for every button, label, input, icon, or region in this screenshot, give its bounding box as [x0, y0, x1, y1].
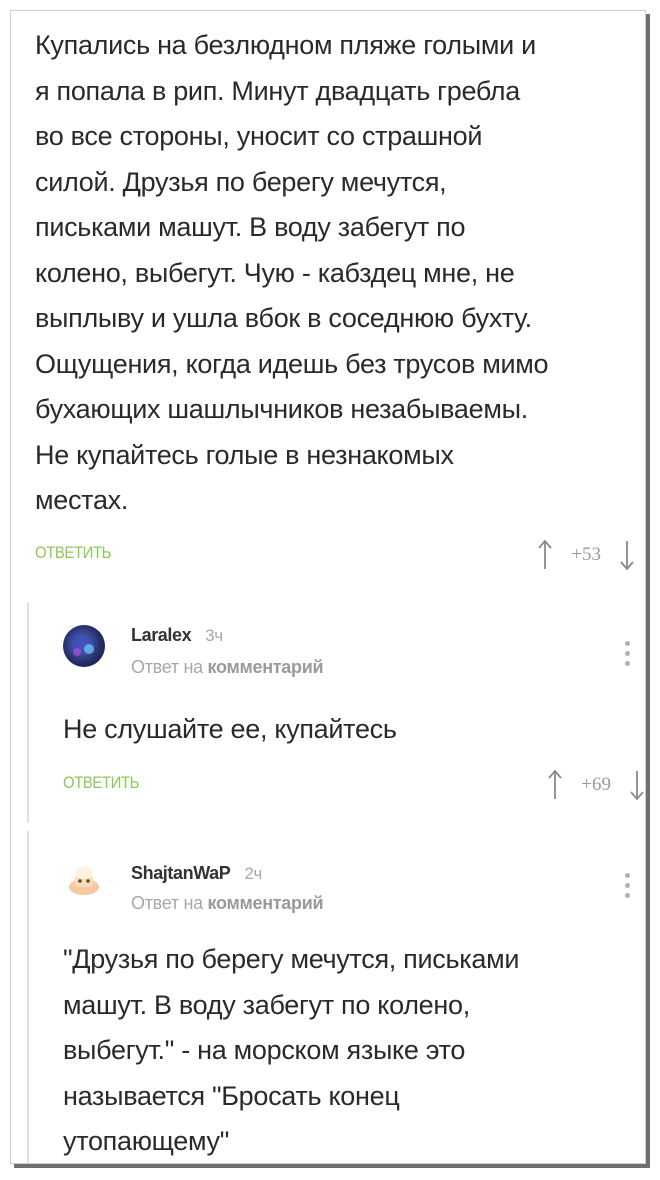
avatar-image	[69, 867, 99, 895]
comment-line: Не слушайте ее, купайтесь	[63, 714, 397, 744]
comment: Laralex 3ч Ответ на комментарий Не слушай…	[27, 603, 645, 823]
downvote-arrow-icon[interactable]	[629, 769, 645, 801]
reply-target-link[interactable]: комментарий	[208, 657, 324, 677]
post-body: Купались на безлюдном пляже голыми и я п…	[35, 23, 635, 524]
comment-line: выбегут." - на морском языке это	[63, 1035, 466, 1065]
reply-to: Ответ на комментарий	[131, 893, 324, 914]
vote-controls: +53	[537, 535, 635, 575]
post-line: во все стороны, уносит со страшной	[35, 121, 483, 151]
upvote-arrow-icon[interactable]	[547, 769, 563, 801]
comment-body: "Друзья по берегу мечутся, письками машу…	[63, 937, 625, 1163]
reply-target-link[interactable]: комментарий	[208, 893, 324, 913]
post-line: письками машут. В воду забегут по	[35, 212, 466, 242]
reply-prefix: Ответ на	[131, 893, 203, 913]
reply-button[interactable]: ОТВЕТИТЬ	[35, 543, 112, 563]
author-line: ShajtanWaP 2ч	[131, 863, 262, 884]
post-line: Не купайтесь голые в незнакомых	[35, 439, 454, 470]
more-vertical-icon[interactable]	[625, 873, 631, 903]
post-line: я попала в рип. Минут двадцать гребла	[35, 75, 520, 106]
avatar-image	[72, 634, 94, 656]
post-line: колено, выбегут. Чую - кабздец мне, не	[35, 257, 515, 288]
comment-line: называется "Бросать конец	[63, 1080, 400, 1111]
comment-line: машут. В воду забегут по колено,	[63, 989, 470, 1020]
upvote-arrow-icon[interactable]	[537, 539, 553, 571]
avatar[interactable]	[63, 625, 105, 667]
reply-button[interactable]: ОТВЕТИТЬ	[63, 773, 140, 793]
comment-actions: ОТВЕТИТЬ +69	[63, 765, 645, 805]
avatar[interactable]	[63, 857, 105, 899]
timestamp: 3ч	[205, 626, 223, 645]
screenshot-frame: Купались на безлюдном пляже голыми и я п…	[10, 10, 646, 1164]
more-vertical-icon[interactable]	[625, 641, 631, 671]
author-name[interactable]: ShajtanWaP	[131, 863, 231, 883]
vote-controls: +69	[547, 765, 645, 805]
score: +53	[571, 544, 601, 565]
comment-line: утопающему"	[63, 1126, 230, 1156]
post-line: Купались на безлюдном пляже голыми и	[35, 30, 536, 60]
post-line: силой. Друзья по берегу мечутся,	[35, 166, 447, 197]
post-line: бухающих шашлычников незабываемы.	[35, 394, 528, 424]
comment-body: Не слушайте ее, купайтесь	[63, 707, 625, 753]
comment-line: "Друзья по берегу мечутся, письками	[63, 944, 520, 974]
reply-prefix: Ответ на	[131, 657, 203, 677]
post-line: выплыву и ушла вбок в соседнюю бухту.	[35, 303, 532, 333]
post-actions: ОТВЕТИТЬ +53	[35, 535, 635, 575]
timestamp: 2ч	[244, 864, 262, 883]
reply-to: Ответ на комментарий	[131, 657, 324, 678]
score: +69	[581, 774, 611, 795]
comment: ShajtanWaP 2ч Ответ на комментарий "Друзь…	[27, 831, 645, 1163]
downvote-arrow-icon[interactable]	[619, 539, 635, 571]
post-line: Ощущения, когда идешь без трусов мимо	[35, 348, 549, 379]
post-line: местах.	[35, 485, 129, 515]
author-name[interactable]: Laralex	[131, 625, 192, 645]
author-line: Laralex 3ч	[131, 625, 223, 646]
